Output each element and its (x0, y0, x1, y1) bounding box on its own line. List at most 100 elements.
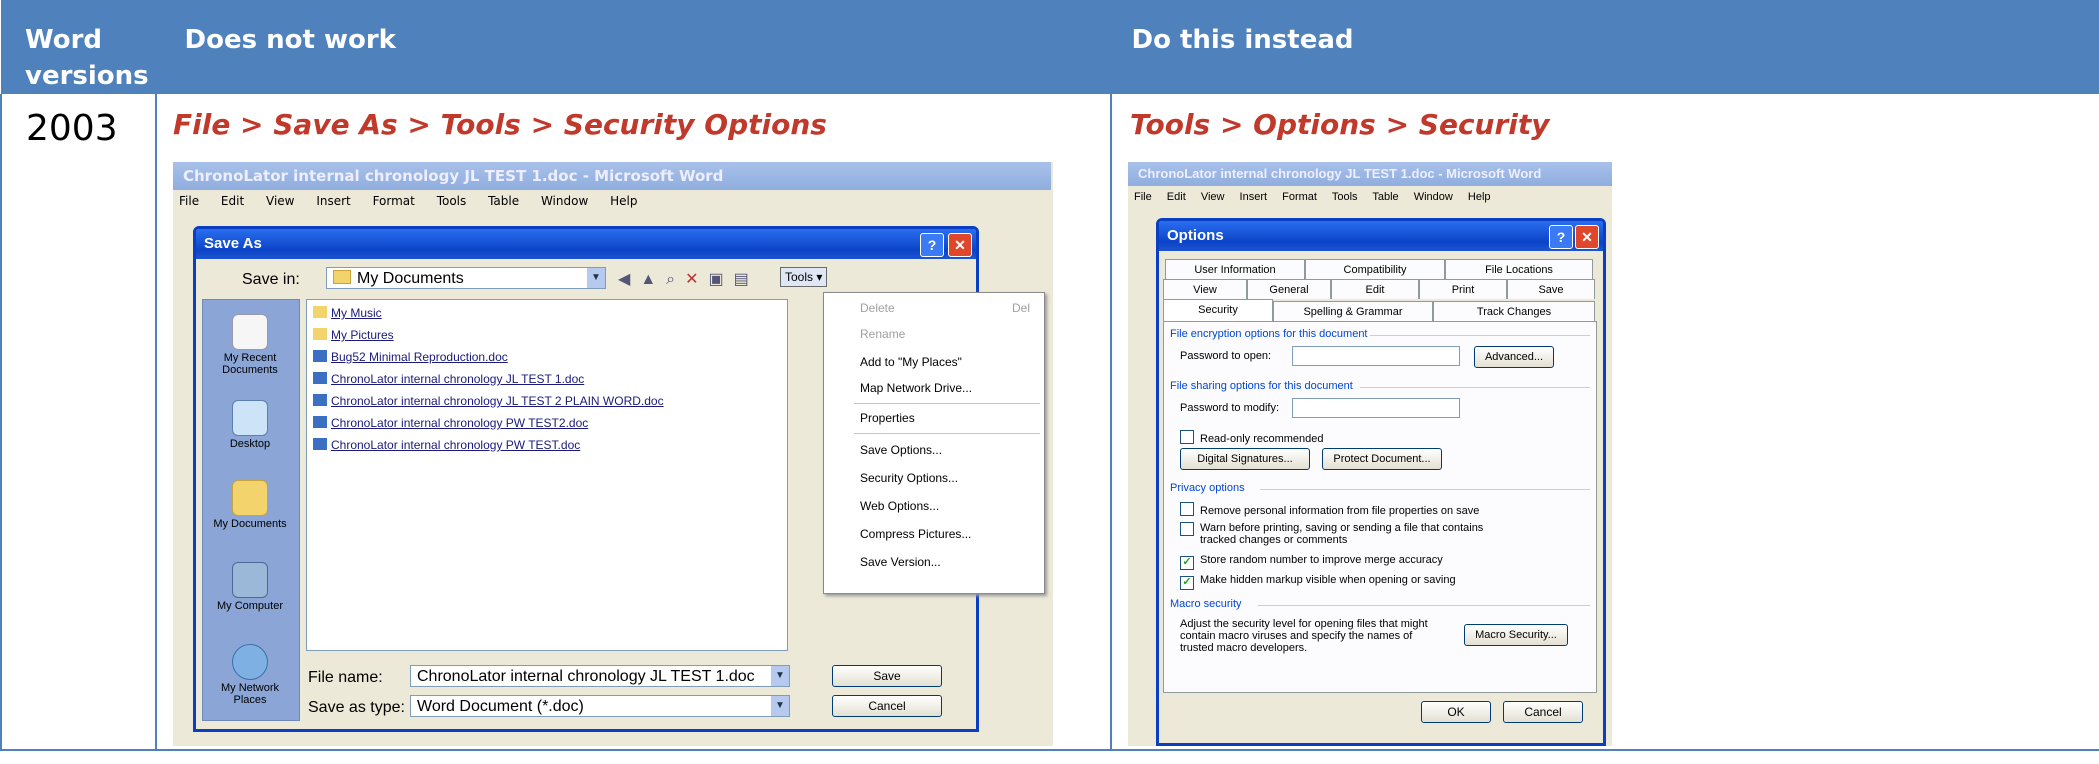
tools-dropdown-button[interactable]: Tools ▾ (780, 267, 828, 287)
up-folder-icon[interactable]: ▲ (640, 271, 666, 288)
menu-item-save-options[interactable]: Save Options... (824, 439, 1044, 461)
menu-edit[interactable]: Edit (221, 194, 244, 208)
help-icon[interactable]: ? (1549, 225, 1573, 249)
group-divider (1258, 605, 1590, 606)
menu-format[interactable]: Format (373, 194, 415, 208)
menu-item-map-drive[interactable]: Map Network Drive... (824, 377, 1044, 399)
table-row: 2003 File > Save As > Tools > Security O… (0, 94, 2099, 751)
search-icon[interactable]: ⌕ (666, 271, 685, 288)
cancel-button[interactable]: Cancel (1503, 701, 1583, 723)
delete-icon[interactable]: ✕ (685, 271, 708, 288)
list-item[interactable]: ChronoLator internal chronology JL TEST … (313, 394, 664, 408)
cancel-button[interactable]: Cancel (832, 695, 942, 717)
header-word-versions: Word versions (1, 0, 157, 94)
menu-format[interactable]: Format (1282, 191, 1317, 203)
folder-icon (313, 328, 327, 340)
protect-document-button[interactable]: Protect Document... (1322, 448, 1442, 470)
new-folder-icon[interactable]: ▣ (709, 271, 734, 288)
menu-item-rename[interactable]: Rename (824, 323, 1044, 345)
privacy-label: Make hidden markup visible when opening … (1200, 574, 1456, 586)
menu-item-delete[interactable]: Delete Del (824, 297, 1044, 319)
tab-user-information[interactable]: User Information (1165, 259, 1305, 279)
list-item[interactable]: Bug52 Minimal Reproduction.doc (313, 350, 508, 364)
tab-spelling-grammar[interactable]: Spelling & Grammar (1273, 301, 1433, 321)
menu-help[interactable]: Help (1468, 191, 1491, 203)
menu-item-properties[interactable]: Properties (824, 407, 1044, 429)
chevron-down-icon: ▼ (771, 696, 789, 716)
list-item[interactable]: ChronoLator internal chronology PW TEST2… (313, 416, 588, 430)
save-button[interactable]: Save (832, 665, 942, 687)
back-icon[interactable]: ◀ (618, 271, 640, 288)
save-in-dropdown[interactable]: My Documents ▼ (326, 267, 606, 289)
my-computer-icon (232, 562, 268, 598)
close-icon[interactable]: ✕ (1575, 225, 1599, 249)
place-my-computer[interactable]: My Computer (203, 562, 297, 612)
privacy-checkbox-warn[interactable]: Warn before printing, saving or sending … (1180, 522, 1520, 546)
instead-cell: Tools > Options > Security ChronoLator i… (1110, 94, 2099, 751)
tab-view[interactable]: View (1163, 279, 1247, 299)
close-icon[interactable]: ✕ (948, 233, 972, 257)
list-item[interactable]: ChronoLator internal chronology PW TEST.… (313, 438, 580, 452)
list-item[interactable]: My Pictures (313, 328, 394, 342)
menu-help[interactable]: Help (610, 194, 637, 208)
menu-item-web-options[interactable]: Web Options... (824, 495, 1044, 517)
file-name-input[interactable]: ChronoLator internal chronology JL TEST … (410, 665, 790, 687)
menu-table[interactable]: Table (1372, 191, 1398, 203)
advanced-button[interactable]: Advanced... (1474, 346, 1554, 368)
menu-file[interactable]: File (179, 194, 199, 208)
digital-signatures-button[interactable]: Digital Signatures... (1180, 448, 1310, 470)
menu-file[interactable]: File (1134, 191, 1152, 203)
save-as-title: Save As (204, 235, 262, 252)
tab-edit[interactable]: Edit (1331, 279, 1419, 299)
menu-tools[interactable]: Tools (1332, 191, 1358, 203)
macro-description: Adjust the security level for opening fi… (1180, 618, 1428, 654)
options-title: Options (1167, 227, 1224, 244)
place-desktop[interactable]: Desktop (203, 400, 297, 450)
word-doc-icon (313, 416, 327, 428)
privacy-checkbox-remove-info[interactable]: Remove personal information from file pr… (1180, 502, 1479, 517)
macro-security-button[interactable]: Macro Security... (1464, 624, 1568, 646)
save-as-title-bar: Save As ? ✕ (196, 229, 976, 259)
tab-print[interactable]: Print (1419, 279, 1507, 299)
menu-view[interactable]: View (266, 194, 294, 208)
menu-item-security-options[interactable]: Security Options... (824, 467, 1044, 489)
list-item[interactable]: ChronoLator internal chronology JL TEST … (313, 372, 584, 386)
place-recent[interactable]: My Recent Documents (203, 314, 297, 376)
menu-window[interactable]: Window (1414, 191, 1453, 203)
toolbar-icons: ◀▲⌕✕▣▤ (618, 269, 759, 289)
read-only-checkbox[interactable]: Read-only recommended (1180, 430, 1324, 445)
privacy-checkbox-hidden-markup[interactable]: ✓ Make hidden markup visible when opening… (1180, 574, 1456, 590)
place-network[interactable]: My Network Places (203, 644, 297, 706)
place-desktop-label: Desktop (229, 438, 271, 450)
list-item[interactable]: My Music (313, 306, 382, 320)
menu-item-add-places[interactable]: Add to "My Places" (824, 351, 1044, 373)
tab-save[interactable]: Save (1507, 279, 1595, 299)
menu-window[interactable]: Window (541, 194, 588, 208)
menu-table[interactable]: Table (488, 194, 519, 208)
password-modify-input[interactable] (1292, 398, 1460, 418)
tab-general[interactable]: General (1247, 279, 1331, 299)
options-title-bar: Options ? ✕ (1159, 221, 1603, 251)
menu-item-compress[interactable]: Compress Pictures... (824, 523, 1044, 545)
help-icon[interactable]: ? (920, 233, 944, 257)
privacy-label: Store random number to improve merge acc… (1200, 554, 1443, 566)
word-title-bar: ChronoLator internal chronology JL TEST … (173, 162, 1051, 190)
menu-view[interactable]: View (1201, 191, 1225, 203)
tab-track-changes[interactable]: Track Changes (1433, 301, 1595, 321)
tab-compatibility[interactable]: Compatibility (1305, 259, 1445, 279)
views-icon[interactable]: ▤ (734, 271, 759, 288)
menu-insert[interactable]: Insert (316, 194, 350, 208)
save-type-dropdown[interactable]: Word Document (*.doc) ▼ (410, 695, 790, 717)
menu-edit[interactable]: Edit (1167, 191, 1186, 203)
tab-security[interactable]: Security (1163, 299, 1273, 321)
menu-tools[interactable]: Tools (437, 194, 467, 208)
menu-item-save-version[interactable]: Save Version... (824, 551, 1044, 573)
ok-button[interactable]: OK (1421, 701, 1491, 723)
menu-separator (854, 403, 1040, 404)
menu-separator (854, 433, 1040, 434)
tab-file-locations[interactable]: File Locations (1445, 259, 1593, 279)
password-open-input[interactable] (1292, 346, 1460, 366)
place-my-documents[interactable]: My Documents (203, 480, 297, 530)
privacy-checkbox-random-number[interactable]: ✓ Store random number to improve merge ac… (1180, 554, 1443, 570)
menu-insert[interactable]: Insert (1240, 191, 1268, 203)
